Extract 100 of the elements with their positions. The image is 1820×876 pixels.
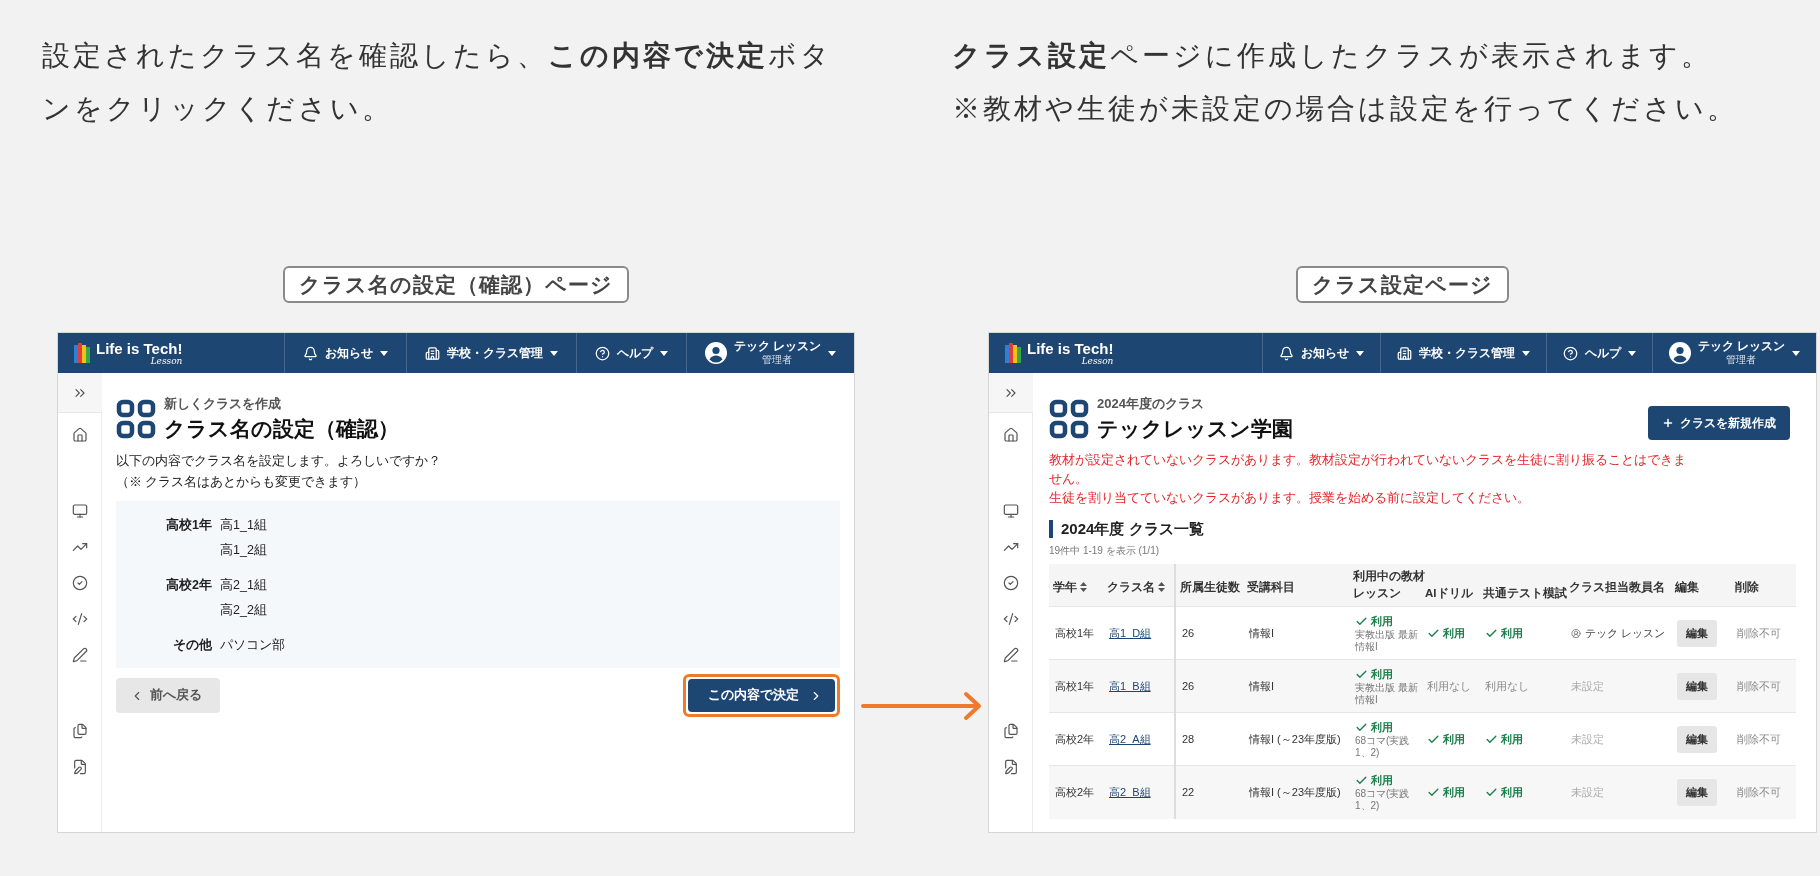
teacher-name: テック レッスン xyxy=(1584,625,1666,641)
class-link[interactable]: 高2_A組 xyxy=(1109,732,1151,745)
code-icon[interactable] xyxy=(1002,611,1019,627)
caret-icon xyxy=(828,350,836,356)
sort-icon[interactable] xyxy=(1158,582,1165,592)
class-link[interactable]: 高1_D組 xyxy=(1109,626,1152,639)
new-class-button[interactable]: クラスを新規作成 xyxy=(1648,406,1790,440)
home-icon[interactable] xyxy=(71,427,88,443)
table-cell: 情報I xyxy=(1249,626,1275,639)
monitor-icon[interactable] xyxy=(1002,503,1019,519)
usage-note: 68コマ(実践1、2) xyxy=(1355,734,1411,759)
documents-icon[interactable] xyxy=(71,723,88,739)
delete-status: 削除不可 xyxy=(1737,679,1782,692)
help-icon xyxy=(1562,345,1578,361)
check-circle-icon[interactable] xyxy=(71,575,88,591)
teacher-name: 未設定 xyxy=(1571,731,1605,747)
column-group-header: 利用中の教材 xyxy=(1353,570,1425,582)
document-edit-icon[interactable] xyxy=(71,759,88,775)
home-icon[interactable] xyxy=(1002,427,1019,443)
logo-subtext: Lesson xyxy=(150,356,183,366)
avatar-icon xyxy=(1668,342,1691,364)
usage-label: 利用 xyxy=(1501,731,1523,747)
nav-menu-item[interactable]: 学校・クラス管理 xyxy=(405,333,576,373)
avatar-icon xyxy=(704,342,727,364)
edit-button[interactable]: 編集 xyxy=(1677,672,1718,700)
edit-button[interactable]: 編集 xyxy=(1677,619,1718,647)
sort-icon[interactable] xyxy=(1080,582,1087,592)
back-button[interactable]: 前へ戻る xyxy=(116,678,220,713)
teacher-name: 未設定 xyxy=(1571,784,1605,800)
edit-button[interactable]: 編集 xyxy=(1677,778,1718,806)
class-name: 高1_1組 xyxy=(220,517,267,534)
grade-label: 高校2年 xyxy=(165,576,212,594)
pencil-icon[interactable] xyxy=(71,647,88,663)
document-edit-icon[interactable] xyxy=(1002,759,1019,775)
instruction-text: クラス設定ページに作成したクラスが表示されます。 xyxy=(952,39,1713,73)
caret-icon xyxy=(379,350,388,356)
instruction-text: ※教材や生徒が未設定の場合は設定を行ってください。 xyxy=(952,92,1739,126)
logo-text: Life is Tech! xyxy=(96,340,183,356)
pencil-icon[interactable] xyxy=(1002,647,1019,663)
column-header: 削除 xyxy=(1735,580,1760,593)
warning-text: 生徒を割り当てていないクラスがあります。授業を始める前に設定してください。 xyxy=(1049,490,1531,507)
column-header: 共通テスト模試 xyxy=(1483,587,1567,599)
section-heading: 2024年度 クラス一覧 xyxy=(1049,520,1204,538)
logo-text: Life is Tech! xyxy=(1027,340,1114,356)
page-label: クラス名の設定（確認）ページ xyxy=(283,266,629,303)
class-name: 高2_1組 xyxy=(220,577,267,594)
check-circle-icon[interactable] xyxy=(1002,575,1019,591)
grid-icon xyxy=(1049,399,1089,439)
column-header: 受講科目 xyxy=(1247,579,1295,595)
table-cell: 26 xyxy=(1182,627,1195,639)
logo-subtext: Lesson xyxy=(1081,356,1114,366)
nav-menu-item[interactable]: 学校・クラス管理 xyxy=(1379,333,1546,373)
user-menu[interactable]: テック レッスン 管理者 xyxy=(1651,333,1816,373)
delete-status: 削除不可 xyxy=(1737,626,1782,639)
delete-status: 削除不可 xyxy=(1737,732,1782,745)
building-icon xyxy=(1396,345,1412,361)
column-header: 編集 xyxy=(1675,580,1700,593)
nav-menu-item[interactable]: ヘルプ xyxy=(575,333,686,373)
nav-menu-item[interactable]: お知らせ xyxy=(1261,333,1380,373)
table-cell: 28 xyxy=(1182,733,1195,745)
column-header: AIドリル xyxy=(1425,587,1473,599)
help-icon xyxy=(594,345,610,361)
bell-icon xyxy=(1278,345,1294,361)
usage-label: 利用 xyxy=(1443,731,1465,747)
documents-icon[interactable] xyxy=(1002,723,1019,739)
monitor-icon[interactable] xyxy=(71,503,88,519)
code-icon[interactable] xyxy=(71,611,88,627)
class-link[interactable]: 高2_B組 xyxy=(1109,785,1151,798)
usage-label: 利用 xyxy=(1371,719,1393,735)
caret-icon xyxy=(1627,350,1636,356)
usage-note: 実教出版 最新情報I xyxy=(1355,681,1419,706)
column-header: レッスン xyxy=(1353,587,1401,599)
usage-label: 利用 xyxy=(1501,625,1523,641)
caret-icon xyxy=(1792,350,1800,356)
edit-button[interactable]: 編集 xyxy=(1677,725,1718,753)
page-title: テックレッスン学園 xyxy=(1097,416,1293,442)
caret-icon xyxy=(1521,350,1530,356)
usage-label: 利用なし xyxy=(1485,678,1529,694)
column-header: 所属生徒数 xyxy=(1180,579,1240,595)
user-icon xyxy=(1571,626,1581,640)
teacher-name: 未設定 xyxy=(1571,678,1605,694)
class-link[interactable]: 高1_B組 xyxy=(1109,679,1151,692)
usage-note: 実教出版 最新情報I xyxy=(1355,628,1419,653)
usage-label: 利用 xyxy=(1501,784,1523,800)
confirm-button[interactable]: この内容で決定 xyxy=(688,679,835,712)
instruction-text: 設定されたクラス名を確認したら、この内容で決定ボタンをクリックください。 xyxy=(42,39,833,126)
page-title: クラス名の設定（確認） xyxy=(164,416,399,442)
table-cell: 22 xyxy=(1182,786,1195,799)
column-header: クラス担当教員名 xyxy=(1569,580,1666,593)
delete-status: 削除不可 xyxy=(1737,785,1782,798)
sidebar-toggle[interactable] xyxy=(989,373,1033,413)
grade-label: 高校1年 xyxy=(165,516,212,534)
table-cell: 高校2年 xyxy=(1055,732,1095,745)
class-name: パソコン部 xyxy=(220,637,285,654)
sidebar-toggle[interactable] xyxy=(58,373,102,413)
user-menu[interactable]: テック レッスン 管理者 xyxy=(685,333,854,373)
nav-menu-item[interactable]: お知らせ xyxy=(283,333,406,373)
usage-note: 68コマ(実践1、2) xyxy=(1355,787,1411,812)
nav-menu-item[interactable]: ヘルプ xyxy=(1545,333,1652,373)
table-cell: 高校1年 xyxy=(1055,626,1095,639)
